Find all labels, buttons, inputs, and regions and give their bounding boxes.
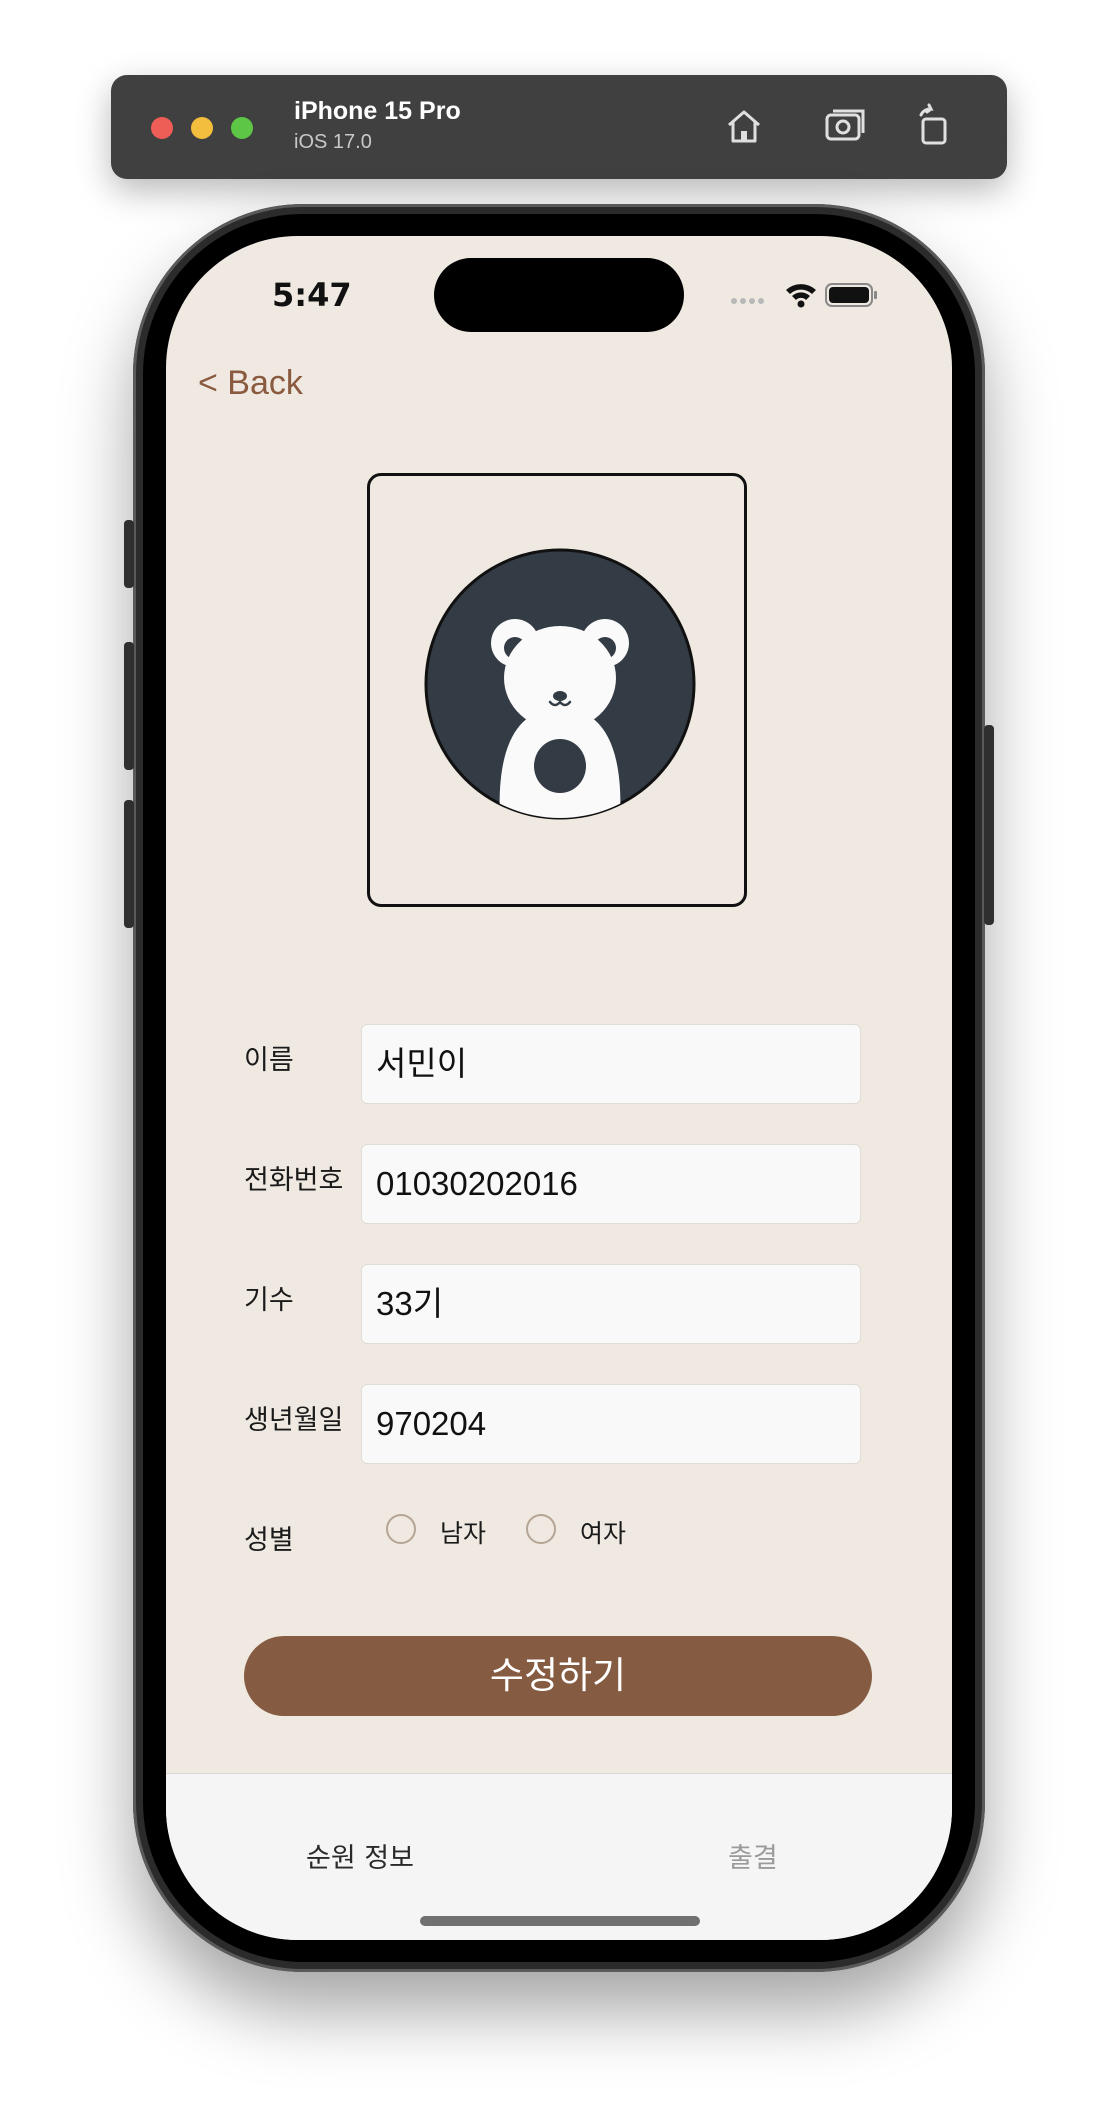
zoom-window-button[interactable] bbox=[231, 117, 253, 139]
tab-attendance[interactable]: 출결 bbox=[728, 1836, 778, 1875]
bear-avatar-icon bbox=[424, 548, 696, 820]
power-button bbox=[984, 725, 994, 925]
device-name: iPhone 15 Pro bbox=[294, 97, 461, 125]
gender-female-label[interactable]: 여자 bbox=[580, 1514, 626, 1550]
birthdate-row: 생년월일 970204 bbox=[244, 1384, 864, 1464]
birthdate-label: 생년월일 bbox=[244, 1405, 344, 1436]
status-icons bbox=[726, 280, 886, 312]
rotate-icon[interactable] bbox=[909, 101, 959, 151]
name-row: 이름 서민이 bbox=[244, 1024, 864, 1104]
gender-male-label[interactable]: 남자 bbox=[440, 1514, 486, 1550]
minimize-window-button[interactable] bbox=[191, 117, 213, 139]
volume-down-button bbox=[124, 800, 134, 928]
generation-label: 기수 bbox=[244, 1285, 294, 1316]
dynamic-island bbox=[434, 258, 684, 332]
wifi-icon bbox=[786, 284, 816, 308]
volume-up-button bbox=[124, 642, 134, 770]
gender-label: 성별 bbox=[244, 1525, 294, 1556]
close-window-button[interactable] bbox=[151, 117, 173, 139]
name-label: 이름 bbox=[244, 1045, 294, 1076]
app-screen: 5:47 < Back 이름 서민이 전화번호 01030202016 기수 3… bbox=[166, 236, 952, 1940]
phone-row: 전화번호 01030202016 bbox=[244, 1144, 864, 1224]
action-button bbox=[124, 520, 134, 588]
battery-icon bbox=[825, 283, 877, 307]
cellular-icon bbox=[731, 298, 764, 304]
birthdate-field[interactable]: 970204 bbox=[361, 1384, 861, 1464]
generation-field[interactable]: 33기 bbox=[361, 1264, 861, 1344]
gender-row: 성별 남자 여자 bbox=[244, 1514, 864, 1576]
home-indicator bbox=[420, 1916, 700, 1926]
phone-field[interactable]: 01030202016 bbox=[361, 1144, 861, 1224]
screenshot-icon[interactable] bbox=[819, 101, 869, 151]
generation-row: 기수 33기 bbox=[244, 1264, 864, 1344]
status-time: 5:47 bbox=[272, 276, 352, 314]
phone-label: 전화번호 bbox=[244, 1165, 344, 1196]
gender-female-radio[interactable] bbox=[526, 1514, 556, 1544]
gender-male-radio[interactable] bbox=[386, 1514, 416, 1544]
edit-submit-button[interactable]: 수정하기 bbox=[244, 1636, 872, 1716]
name-field[interactable]: 서민이 bbox=[361, 1024, 861, 1104]
tab-member-info[interactable]: 순원 정보 bbox=[306, 1836, 414, 1875]
home-icon[interactable] bbox=[719, 101, 769, 151]
simulator-toolbar: iPhone 15 Pro iOS 17.0 bbox=[111, 75, 1007, 179]
tab-bar: 순원 정보 출결 bbox=[166, 1773, 952, 1940]
os-version: iOS 17.0 bbox=[294, 131, 372, 153]
profile-photo-frame[interactable] bbox=[367, 473, 747, 907]
back-button[interactable]: < Back bbox=[198, 364, 303, 403]
